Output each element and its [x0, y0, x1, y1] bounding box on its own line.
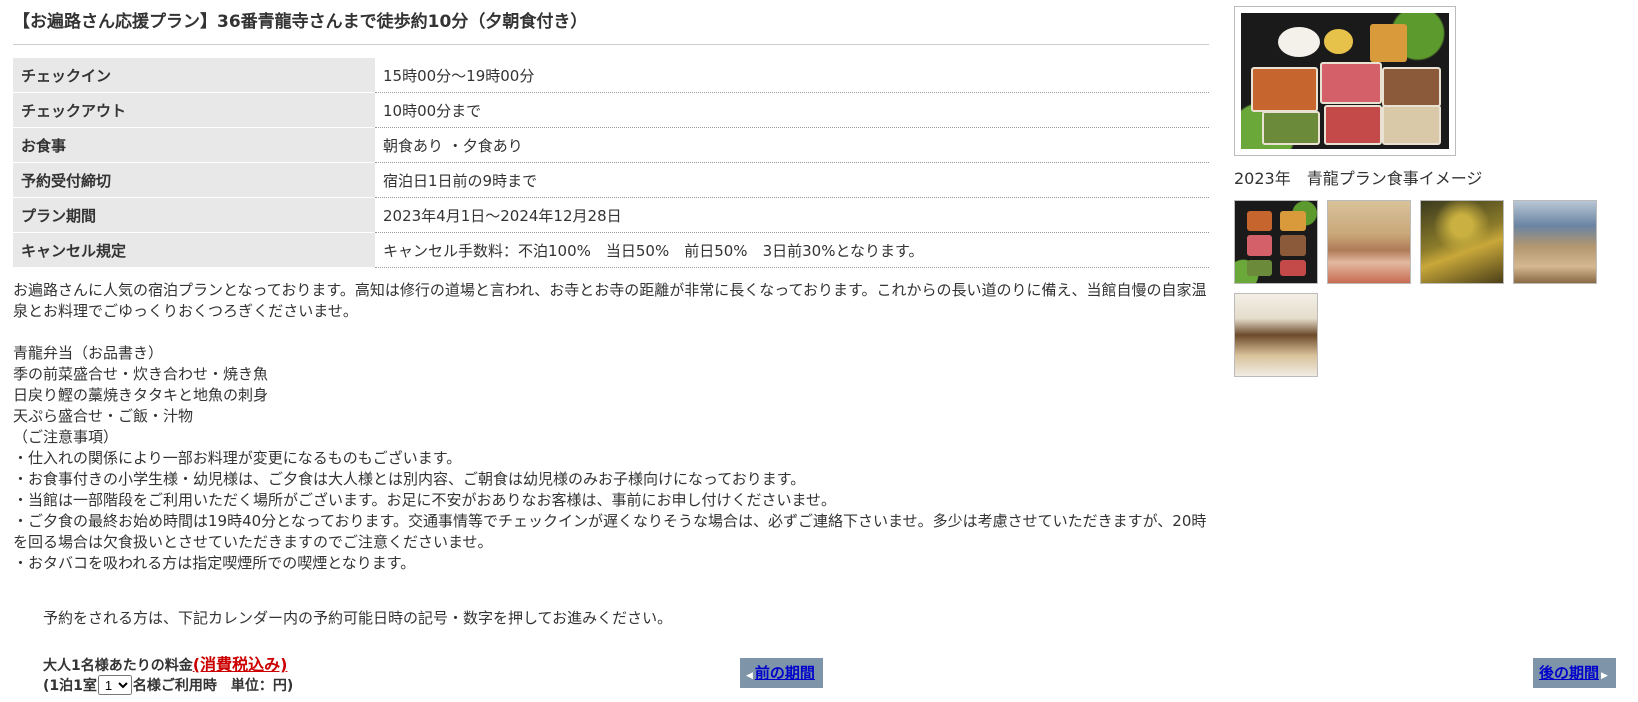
menu-item: 日戻り鰹の藁焼きタタキと地魚の刺身 [13, 386, 269, 404]
note-item: ・ご夕食の最終お始め時間は19時40分となっております。交通事情等でチェックイン… [13, 512, 1207, 551]
menu-item: 季の前菜盛合せ・炊き合わせ・焼き魚 [13, 365, 269, 383]
thumbnail-indoor-bath[interactable] [1513, 200, 1597, 284]
next-period-button[interactable]: 後の期間 ▶ [1533, 658, 1616, 688]
room-occupancy-line: (1泊1室 1 名様ご利用時 単位：円) [43, 675, 293, 695]
note-item: ・仕入れの関係により一部お料理が変更になるものもございます。 [13, 449, 462, 467]
thumbnail-guest-room[interactable] [1327, 200, 1411, 284]
plan-info-table: チェックイン 15時00分～19時00分 チェックアウト 10時00分まで お食… [13, 58, 1209, 268]
plan-description: お遍路さんに人気の宿泊プランとなっております。高知は修行の道場と言われ、お寺とお… [13, 280, 1209, 574]
cancel-policy-label: キャンセル規定 [13, 232, 375, 268]
thumbnail-bento[interactable] [1234, 200, 1318, 284]
thumbnail-breakfast[interactable] [1234, 293, 1318, 377]
next-period-label: 後の期間 [1539, 664, 1600, 682]
price-prefix: 大人1名様あたりの料金 [43, 658, 193, 674]
plan-title: 【お遍路さん応援プラン】36番青龍寺さんまで徒歩約10分（夕朝食付き） [13, 0, 1209, 45]
tax-included-link[interactable]: (消費税込み) [193, 655, 288, 674]
deadline-value: 宿泊日1日前の9時まで [375, 162, 1209, 198]
prev-period-label: 前の期間 [754, 664, 815, 682]
prev-period-button[interactable]: ◀ 前の期間 [740, 658, 823, 688]
note-item: ・当館は一部階段をご利用いただく場所がございます。お足に不安がおありなお客様は、… [13, 491, 837, 509]
table-row: チェックアウト 10時00分まで [13, 92, 1209, 128]
description-intro: お遍路さんに人気の宿泊プランとなっております。高知は修行の道場と言われ、お寺とお… [13, 281, 1207, 320]
table-row: キャンセル規定 キャンセル手数料：不泊100% 当日50% 前日50% 3日前3… [13, 232, 1209, 268]
guest-count-select[interactable]: 1 [97, 675, 132, 695]
room-prefix: (1泊1室 [43, 678, 97, 694]
menu-item: 天ぷら盛合せ・ご飯・汁物 [13, 407, 194, 425]
checkin-label: チェックイン [13, 58, 375, 93]
deadline-label: 予約受付締切 [13, 162, 375, 198]
table-row: お食事 朝食あり ・夕食あり [13, 127, 1209, 163]
table-row: チェックイン 15時00分～19時00分 [13, 58, 1209, 93]
note-item: ・おタバコを吸われる方は指定喫煙所での喫煙となります。 [13, 554, 416, 572]
checkin-value: 15時00分～19時00分 [375, 58, 1209, 93]
table-row: プラン期間 2023年4月1日～2024年12月28日 [13, 197, 1209, 233]
meal-label: お食事 [13, 127, 375, 163]
thumbnail-outdoor-bath[interactable] [1420, 200, 1504, 284]
checkout-value: 10時00分まで [375, 92, 1209, 128]
meal-value: 朝食あり ・夕食あり [375, 127, 1209, 163]
table-row: 予約受付締切 宿泊日1日前の9時まで [13, 162, 1209, 198]
notes-title: （ご注意事項） [13, 428, 119, 446]
price-heading: 大人1名様あたりの料金(消費税込み) [43, 651, 287, 675]
menu-title: 青龍弁当（お品書き） [13, 344, 164, 362]
triangle-right-icon: ▶ [1601, 671, 1608, 681]
note-item: ・お食事付きの小学生様・幼児様は、ご夕食は大人様とは別内容、ご朝食は幼児様のみお… [13, 470, 806, 488]
cancel-policy-value: キャンセル手数料：不泊100% 当日50% 前日50% 3日前30%となります。 [375, 232, 1209, 268]
reserve-instruction: 予約をされる方は、下記カレンダー内の予約可能日時の記号・数字を押してお進みくださ… [43, 609, 673, 627]
triangle-left-icon: ◀ [746, 671, 753, 681]
period-value: 2023年4月1日～2024年12月28日 [375, 197, 1209, 233]
period-label: プラン期間 [13, 197, 375, 233]
room-suffix: 名様ご利用時 単位：円) [132, 678, 294, 694]
main-photo[interactable] [1234, 6, 1456, 156]
photo-caption: 2023年 青龍プラン食事イメージ [1234, 169, 1483, 188]
checkout-label: チェックアウト [13, 92, 375, 128]
bento-image [1241, 13, 1449, 149]
plan-detail: 【お遍路さん応援プラン】36番青龍寺さんまで徒歩約10分（夕朝食付き） チェック… [13, 0, 1209, 574]
